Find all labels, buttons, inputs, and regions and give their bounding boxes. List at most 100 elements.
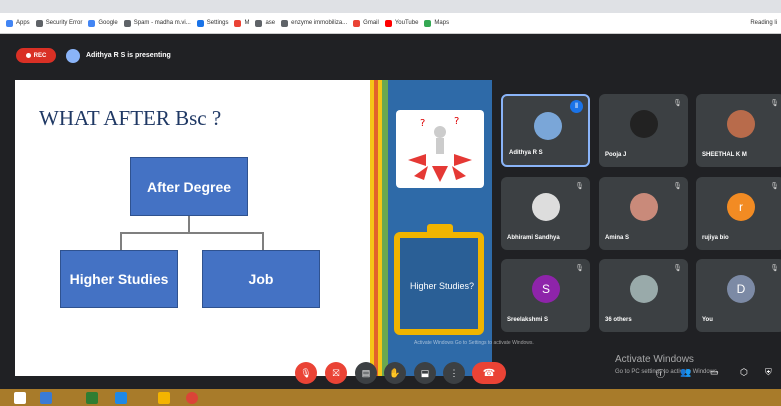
connector-line — [120, 232, 122, 250]
participant-tile[interactable]: 🎙 D You — [696, 259, 781, 332]
bookmark-item[interactable]: Maps — [424, 19, 450, 27]
bookmarks-bar: Apps Security Error Google Spam - madha m.v… — [0, 13, 781, 34]
mic-muted-icon: 🎙 — [575, 183, 584, 190]
participant-name: SHEETHAL K M — [702, 152, 747, 158]
rec-dot-icon — [25, 53, 31, 58]
search-icon[interactable] — [40, 392, 52, 404]
bookmark-icon — [123, 19, 131, 27]
bookmark-icon — [35, 19, 43, 27]
bookmark-icon — [281, 19, 289, 27]
bookmark-label: Gmail — [363, 20, 379, 26]
chat-icon[interactable]: ▭ — [710, 367, 719, 378]
reading-list[interactable]: Reading li — [750, 20, 777, 26]
participant-tile[interactable]: 🎙 Pooja J — [599, 94, 688, 167]
participant-name: rujiya bio — [702, 235, 729, 241]
participant-tile[interactable]: 🎙 r rujiya bio — [696, 177, 781, 250]
bookmark-label: Apps — [16, 20, 30, 26]
bookmark-icon — [424, 19, 432, 27]
presenter-label: Adithya R S is presenting — [86, 52, 171, 59]
avatar — [66, 48, 80, 63]
bookmark-item[interactable]: YouTube — [384, 19, 419, 27]
bookmark-icon — [384, 19, 392, 27]
meeting-toolbar: 5:17 PM | Career guidance - Bioscience-H… — [0, 354, 781, 389]
raise-hand-icon: ✋ — [389, 367, 401, 378]
bookmark-item[interactable]: Google — [88, 19, 118, 27]
chrome-icon[interactable] — [186, 392, 198, 404]
participant-tile[interactable]: ⦀ Adithya R S — [501, 94, 590, 167]
bookmark-label: Google — [98, 20, 118, 26]
connector-line — [120, 232, 264, 234]
mic-muted-icon: 🎙 — [770, 183, 779, 190]
end-call-icon: ☎ — [482, 367, 496, 379]
avatar: D — [727, 275, 755, 303]
captions-icon: ▤ — [361, 367, 371, 378]
start-icon[interactable] — [14, 392, 26, 404]
mic-muted-icon: 🎙 — [673, 265, 682, 272]
bookmark-item[interactable]: ase — [255, 19, 276, 27]
mic-off-button[interactable]: 🎙 — [295, 362, 317, 384]
connector-line — [262, 232, 264, 250]
excel-icon[interactable] — [86, 392, 98, 404]
avatar: S — [532, 275, 560, 303]
bookmark-item[interactable]: Gmail — [353, 19, 379, 27]
bookmark-label: YouTube — [394, 20, 419, 26]
bookmark-item[interactable]: M — [234, 19, 249, 27]
bookmark-icon — [196, 19, 204, 27]
slide-watermark: Activate Windows Go to Settings to activ… — [414, 340, 534, 346]
mic-muted-icon: 🎙 — [673, 183, 682, 190]
word-icon[interactable] — [115, 392, 127, 404]
svg-text:?: ? — [420, 118, 425, 129]
svg-text:?: ? — [454, 116, 459, 127]
mic-muted-icon: 🎙 — [575, 265, 584, 272]
bookmark-item[interactable]: Security Error — [35, 19, 83, 27]
files-icon[interactable] — [158, 392, 170, 404]
bookmark-label: Maps — [434, 20, 450, 26]
participant-tile[interactable]: 🎙 36 others — [599, 259, 688, 332]
bookmark-item[interactable]: enzyme immobiliza... — [281, 19, 347, 27]
raise-hand-button[interactable]: ✋ — [384, 362, 406, 384]
bookmark-item[interactable]: Apps — [6, 19, 30, 27]
participant-tile[interactable]: 🎙 SHEETHAL K M — [696, 94, 781, 167]
meeting-info: 5:17 PM | Career guidance - Bioscience-H… — [16, 367, 213, 374]
bookmark-item[interactable]: Settings — [196, 19, 228, 27]
box-job: Job — [202, 250, 320, 308]
present-icon: ⬓ — [420, 367, 430, 378]
question-figure-image: ? ? — [396, 110, 484, 188]
lock-icon[interactable]: ⛨ — [765, 367, 772, 378]
info-icon[interactable]: ⓘ — [656, 367, 665, 380]
present-button[interactable]: ⬓ — [414, 362, 436, 384]
participant-name: Amina S — [605, 235, 630, 241]
participant-name: Pooja J — [605, 152, 627, 158]
mic-off-icon: 🎙 — [300, 367, 312, 378]
captions-button[interactable]: ▤ — [355, 362, 377, 384]
windows-taskbar — [0, 389, 781, 406]
avatar — [630, 275, 658, 303]
avatar: r — [727, 193, 755, 221]
presenter-banner[interactable]: Adithya R S is presenting — [66, 45, 171, 66]
participant-name: Abhirami Sandhya — [507, 235, 560, 241]
activate-title: Activate Windows — [615, 354, 694, 365]
activate-windows-watermark: Activate Windows Go to PC settings to act… — [615, 354, 719, 378]
rec-badge: REC — [16, 48, 56, 63]
people-icon[interactable]: 👥 — [680, 367, 691, 378]
avatar — [630, 193, 658, 221]
bookmark-item[interactable]: Spam - madha m.vi... — [123, 19, 191, 27]
participant-tile[interactable]: 🎙 Abhirami Sandhya — [501, 177, 590, 250]
bookmark-label: Spam - madha m.vi... — [133, 20, 191, 26]
mic-muted-icon: 🎙 — [770, 265, 779, 272]
bookmark-icon — [353, 19, 361, 27]
participant-tile[interactable]: 🎙 Amina S — [599, 177, 688, 250]
participant-tile[interactable]: 🎙 S Sreelakshmi S — [501, 259, 590, 332]
speaking-icon: ⦀ — [570, 100, 583, 113]
mic-muted-icon: 🎙 — [673, 100, 682, 107]
activate-sub: Go to PC settings to activate Windows. — [615, 369, 719, 375]
more-options-button[interactable]: ⋮ — [443, 362, 465, 384]
bookmark-label: Security Error — [45, 20, 83, 26]
activities-icon[interactable]: ⬡ — [740, 367, 748, 378]
camera-off-button[interactable]: ⛝ — [325, 362, 347, 384]
bookmark-label: ase — [265, 20, 276, 26]
camera-off-icon: ⛝ — [332, 367, 340, 378]
bookmark-icon — [88, 19, 96, 27]
end-call-button[interactable]: ☎ — [472, 362, 506, 384]
connector-line — [188, 216, 190, 232]
